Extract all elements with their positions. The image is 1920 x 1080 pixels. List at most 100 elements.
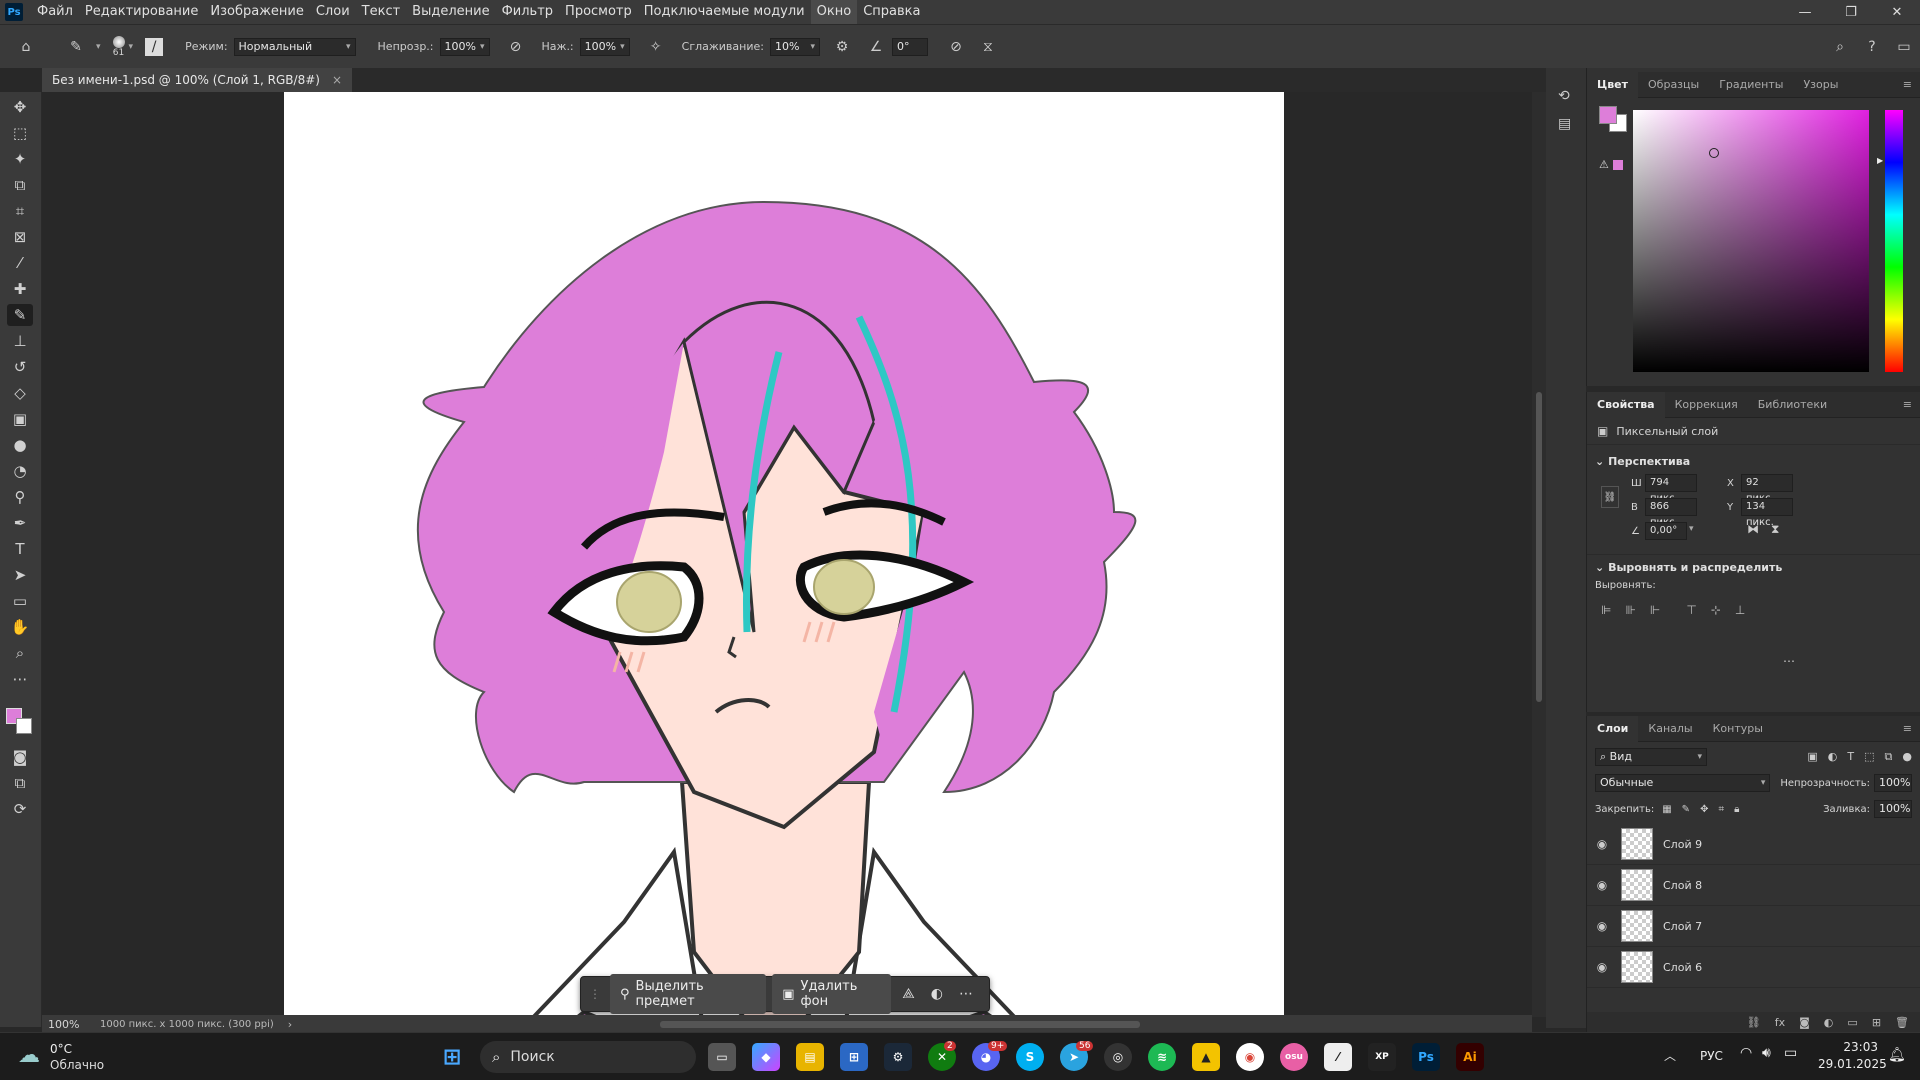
frame-tool-icon[interactable]: ⊠ — [7, 226, 33, 248]
layer-opacity-field[interactable]: 100% — [1874, 774, 1912, 792]
filter-shape-icon[interactable]: ⬚ — [1864, 750, 1874, 764]
tab-properties[interactable]: Свойства — [1587, 391, 1665, 418]
clone-stamp-tool-icon[interactable]: ⊥ — [7, 330, 33, 352]
weather-temp[interactable]: 0°C — [50, 1042, 72, 1056]
skype-icon[interactable]: S — [1016, 1043, 1044, 1071]
healing-brush-tool-icon[interactable]: ✚ — [7, 278, 33, 300]
lock-pixels-icon[interactable]: ✎ — [1682, 804, 1690, 815]
scroll-thumb[interactable] — [1536, 392, 1542, 702]
menu-text[interactable]: Текст — [356, 0, 407, 24]
history-brush-tool-icon[interactable]: ↺ — [7, 356, 33, 378]
eye-icon[interactable]: ◉ — [1587, 837, 1617, 851]
eraser-tool-icon[interactable]: ◇ — [7, 382, 33, 404]
brush-preset-picker[interactable]: 61 — [112, 35, 125, 58]
mode-select[interactable]: Нормальный ▾ — [233, 37, 356, 56]
layer-row[interactable]: ◉ Слой 6 — [1587, 947, 1920, 988]
foreground-swatch[interactable] — [1599, 106, 1617, 124]
screen-mode-icon[interactable]: ⧉ — [7, 772, 33, 794]
path-select-tool-icon[interactable]: ➤ — [7, 564, 33, 586]
align-bottom-icon[interactable]: ⊥ — [1735, 603, 1745, 617]
menu-view[interactable]: Просмотр — [559, 0, 638, 24]
dodge-tool-icon[interactable]: ◔ — [7, 460, 33, 482]
spotify-icon[interactable]: ≋ — [1148, 1043, 1176, 1071]
xppen-icon[interactable]: XP — [1368, 1043, 1396, 1071]
adjustment-icon[interactable]: ◐ — [931, 986, 943, 1002]
generative-icon[interactable]: ⟳ — [7, 798, 33, 820]
hue-slider[interactable] — [1885, 110, 1903, 372]
notification-bell-icon[interactable]: 🔔︎ — [1888, 1047, 1906, 1063]
gradient-tool-icon[interactable]: ▣ — [7, 408, 33, 430]
panel-menu-icon[interactable]: ≡ — [1903, 78, 1912, 91]
panel-menu-icon[interactable]: ≡ — [1903, 398, 1912, 411]
hand-tool-icon[interactable]: ✋ — [7, 616, 33, 638]
brush-tool-icon[interactable]: ✎ — [7, 304, 33, 326]
eye-icon[interactable]: ◉ — [1587, 960, 1617, 974]
maximize-icon[interactable]: ❐ — [1828, 0, 1874, 24]
align-center-v-icon[interactable]: ⊹ — [1711, 603, 1721, 617]
tab-libraries[interactable]: Библиотеки — [1748, 392, 1837, 418]
menu-layers[interactable]: Слои — [310, 0, 356, 24]
more-tools-icon[interactable]: ⋯ — [7, 668, 33, 690]
menu-window[interactable]: Окно — [810, 0, 858, 24]
lock-artboard-icon[interactable]: ⌗ — [1718, 804, 1724, 815]
background-color-swatch[interactable] — [16, 718, 32, 734]
store-icon[interactable]: ⊞ — [840, 1043, 868, 1071]
align-left-icon[interactable]: ⊫ — [1601, 603, 1611, 617]
drag-handle-icon[interactable]: ⋮ — [589, 987, 601, 1001]
smoothing-field[interactable]: 10% ▾ — [769, 37, 820, 56]
minimize-icon[interactable]: — — [1782, 0, 1828, 24]
chevron-down-icon[interactable]: ▾ — [129, 42, 134, 52]
document-canvas[interactable] — [284, 92, 1284, 1017]
menu-file[interactable]: Файл — [31, 0, 79, 24]
zoom-tool-icon[interactable]: ⌕ — [7, 642, 33, 664]
new-group-icon[interactable]: ▭ — [1847, 1016, 1857, 1029]
file-explorer-icon[interactable]: ▤ — [796, 1043, 824, 1071]
x-field[interactable]: 92 пикс. — [1741, 474, 1793, 504]
more-icon[interactable]: ⋯ — [1783, 654, 1795, 668]
gamut-swatch[interactable] — [1613, 160, 1623, 170]
opacity-field[interactable]: 100% ▾ — [439, 37, 490, 56]
add-mask-icon[interactable]: ◙ — [1799, 1016, 1810, 1029]
osu-icon[interactable]: osu — [1280, 1043, 1308, 1071]
tab-color[interactable]: Цвет — [1587, 71, 1639, 98]
y-field[interactable]: 134 пикс. — [1741, 498, 1793, 528]
warning-app-icon[interactable]: ▲ — [1192, 1043, 1220, 1071]
comment-icon[interactable]: ▤ — [1558, 116, 1571, 132]
transform-icon[interactable]: ⟁ — [902, 986, 915, 1002]
pressure-opacity-icon[interactable]: ⊘ — [504, 35, 528, 59]
move-tool-icon[interactable]: ✥ — [7, 96, 33, 118]
menu-plugins[interactable]: Подключаемые модули — [638, 0, 811, 24]
filter-pixel-icon[interactable]: ▣ — [1807, 750, 1817, 764]
tab-patterns[interactable]: Узоры — [1793, 72, 1848, 98]
align-center-h-icon[interactable]: ⊪ — [1625, 603, 1635, 617]
crop-tool-icon[interactable]: ⌗ — [7, 200, 33, 222]
align-top-icon[interactable]: ⊤ — [1686, 603, 1696, 617]
marquee-tool-icon[interactable]: ⬚ — [7, 122, 33, 144]
panel-menu-icon[interactable]: ≡ — [1903, 722, 1912, 735]
gear-icon[interactable]: ⚙ — [830, 35, 854, 59]
brush-tool-icon[interactable]: ✎ — [64, 35, 88, 59]
weather-desc[interactable]: Облачно — [50, 1058, 104, 1072]
delete-layer-icon[interactable]: 🗑︎ — [1895, 1016, 1909, 1029]
layer-filter-select[interactable]: ⌕ Вид ▾ — [1595, 748, 1707, 766]
quick-select-tool-icon[interactable]: ✦ — [7, 148, 33, 170]
tab-paths[interactable]: Контуры — [1703, 716, 1773, 742]
quick-mask-icon[interactable]: ◙ — [7, 746, 33, 768]
clock-date[interactable]: 29.01.2025 — [1818, 1057, 1887, 1071]
task-view-icon[interactable]: ▭ — [708, 1043, 736, 1071]
wifi-icon[interactable]: ◠ — [1740, 1045, 1752, 1061]
width-field[interactable]: 794 пикс. — [1645, 474, 1697, 504]
blur-tool-icon[interactable]: ● — [7, 434, 33, 456]
clock-time[interactable]: 23:03 — [1818, 1040, 1878, 1054]
taskbar-search[interactable]: ⌕ Поиск — [480, 1041, 696, 1073]
steam-icon[interactable]: ⚙ — [884, 1043, 912, 1071]
workspace-icon[interactable]: ▭ — [1892, 35, 1916, 59]
hscroll-thumb[interactable] — [660, 1021, 1140, 1028]
eyedropper-tool-icon[interactable]: ⁄ — [7, 252, 33, 274]
tab-channels[interactable]: Каналы — [1638, 716, 1702, 742]
new-layer-icon[interactable]: ⊞ — [1872, 1016, 1881, 1029]
document-tab[interactable]: Без имени-1.psd @ 100% (Слой 1, RGB/8#) … — [42, 68, 352, 92]
search-icon[interactable]: ⌕ — [1828, 35, 1852, 59]
battery-icon[interactable]: ▭ — [1784, 1045, 1797, 1061]
sketch-app-icon[interactable]: ⁄ — [1324, 1043, 1352, 1071]
